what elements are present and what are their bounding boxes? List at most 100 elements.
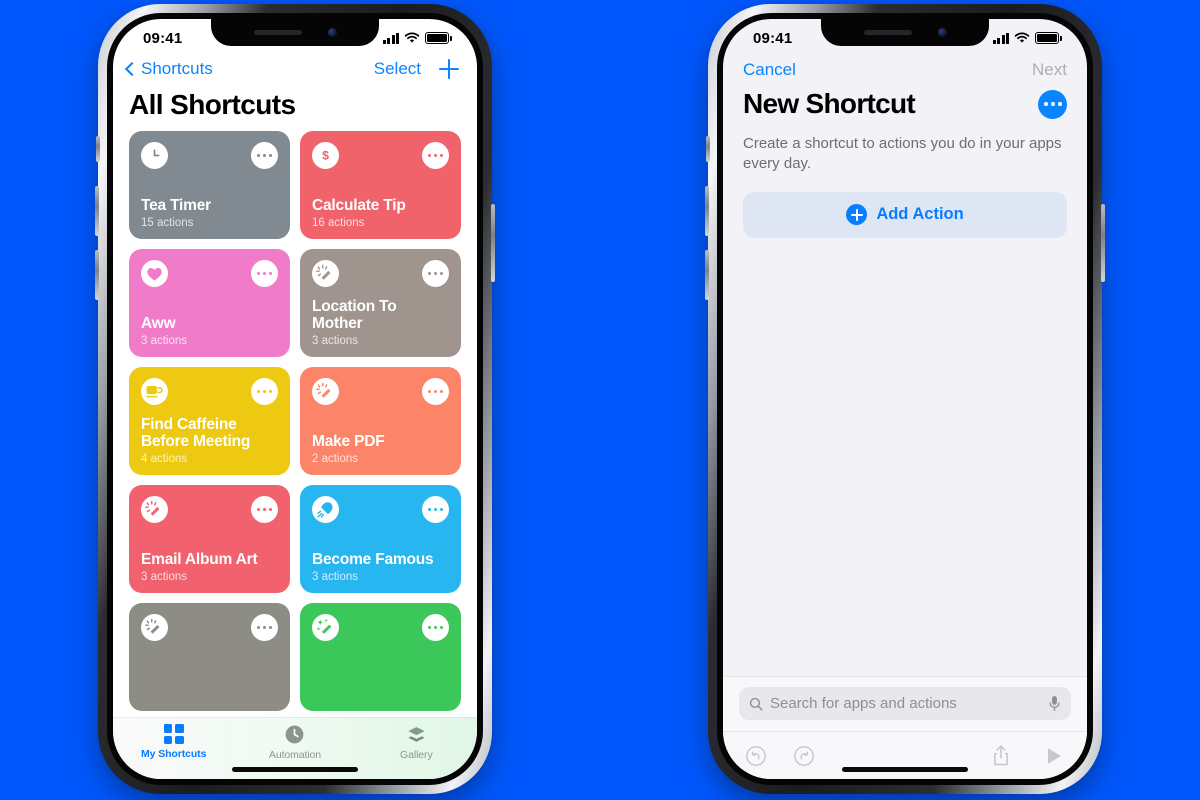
tab-label: Gallery [400, 749, 433, 761]
shortcut-more-button[interactable] [422, 142, 449, 169]
back-button-label: Shortcuts [141, 59, 213, 78]
shortcut-more-button[interactable] [422, 260, 449, 287]
cancel-button[interactable]: Cancel [743, 60, 796, 80]
screen-right: 09:41 Cancel Next New Shortcut Create a … [723, 19, 1087, 779]
silent-switch[interactable] [96, 136, 100, 162]
home-indicator[interactable] [232, 767, 358, 772]
home-indicator[interactable] [842, 767, 968, 772]
shortcut-tile[interactable]: Find Caffeine Before Meeting 4 actions [129, 367, 290, 475]
shortcut-more-button[interactable] [251, 142, 278, 169]
shortcut-name: Tea Timer [141, 197, 211, 215]
plus-icon[interactable] [439, 59, 459, 79]
shortcut-tile[interactable]: Make PDF 2 actions [300, 367, 461, 475]
shortcut-more-button[interactable] [422, 496, 449, 523]
shortcut-more-button[interactable] [251, 260, 278, 287]
shortcut-tile[interactable]: Email Album Art 3 actions [129, 485, 290, 593]
notch [211, 19, 379, 46]
magic-wand-icon [141, 496, 168, 523]
shortcut-tile[interactable]: Aww 3 actions [129, 249, 290, 357]
shortcut-more-button[interactable] [251, 378, 278, 405]
earpiece-speaker [863, 30, 912, 35]
shortcut-action-count: 4 actions [141, 453, 188, 465]
magic-wand-icon [312, 260, 339, 287]
search-area: Search for apps and actions [723, 676, 1087, 731]
sparkle-wand-icon [312, 614, 339, 641]
svg-text:$: $ [322, 149, 329, 163]
next-button[interactable]: Next [1032, 60, 1067, 80]
shortcut-action-count: 3 actions [312, 335, 359, 347]
tab-automation[interactable]: Automation [234, 724, 355, 761]
power-button[interactable] [491, 204, 495, 282]
search-icon [749, 697, 763, 711]
title-row: New Shortcut [723, 82, 1087, 124]
shortcut-more-button[interactable] [251, 614, 278, 641]
shortcut-name: Email Album Art [141, 551, 258, 569]
shortcut-action-count: 16 actions [312, 217, 365, 229]
magic-wand-icon [141, 614, 168, 641]
shortcut-name: Calculate Tip [312, 197, 406, 215]
shortcut-action-count: 3 actions [312, 571, 359, 583]
shortcut-tile[interactable] [300, 603, 461, 711]
search-placeholder: Search for apps and actions [770, 695, 957, 712]
shortcut-tile[interactable] [129, 603, 290, 711]
shortcut-more-button[interactable] [422, 378, 449, 405]
status-time: 09:41 [143, 29, 183, 47]
volume-down-button[interactable] [705, 250, 709, 300]
back-button-shortcuts[interactable]: Shortcuts [124, 59, 213, 79]
toolbar-right-group [991, 744, 1087, 767]
tab-my-shortcuts[interactable]: My Shortcuts [113, 724, 234, 760]
volume-down-button[interactable] [95, 250, 99, 300]
shortcut-action-count: 15 actions [141, 217, 194, 229]
shortcut-tile[interactable]: Become Famous 3 actions [300, 485, 461, 593]
iphone-device-left: 09:41 Shortcuts Select All Shortcuts Tea… [95, 4, 495, 794]
navigation-bar-left: Shortcuts Select [113, 53, 477, 81]
volume-up-button[interactable] [705, 186, 709, 236]
play-icon[interactable] [1045, 744, 1063, 767]
tab-label: Automation [268, 749, 322, 761]
device-bezel-left: 09:41 Shortcuts Select All Shortcuts Tea… [107, 13, 483, 785]
shortcut-more-button[interactable] [422, 614, 449, 641]
microphone-icon[interactable] [1048, 695, 1061, 712]
clock-arrow-icon [286, 725, 304, 744]
shortcuts-grid: Tea Timer 15 actions $ Calculate Tip 16 … [113, 131, 477, 711]
redo-circle-icon[interactable] [793, 745, 815, 767]
shortcut-name: Find Caffeine Before Meeting [141, 415, 251, 451]
volume-up-button[interactable] [95, 186, 99, 236]
cellular-bars-icon [992, 32, 1009, 44]
search-input[interactable]: Search for apps and actions [739, 687, 1071, 720]
tab-label: My Shortcuts [141, 748, 207, 760]
undo-circle-icon[interactable] [745, 745, 767, 767]
iphone-device-right: 09:41 Cancel Next New Shortcut Create a … [705, 4, 1105, 794]
select-button[interactable]: Select [374, 59, 421, 79]
shortcut-action-count: 3 actions [141, 571, 188, 583]
magic-wand-icon [312, 378, 339, 405]
earpiece-speaker [253, 30, 302, 35]
plus-circle-icon [846, 204, 868, 226]
status-indicators [382, 32, 452, 44]
share-icon[interactable] [991, 744, 1011, 767]
silent-switch[interactable] [706, 136, 710, 162]
grid-squares-icon [163, 724, 184, 744]
dollar-icon: $ [312, 142, 339, 169]
shortcut-tile[interactable]: Location To Mother 3 actions [300, 249, 461, 357]
add-action-button[interactable]: Add Action [743, 191, 1067, 238]
clock-icon [141, 142, 168, 169]
page-title: New Shortcut [743, 88, 916, 119]
wifi-icon [404, 32, 420, 43]
shortcut-tile[interactable]: Tea Timer 15 actions [129, 131, 290, 239]
add-action-label: Add Action [876, 205, 964, 224]
heart-icon [141, 260, 168, 287]
front-camera-icon [937, 28, 947, 37]
front-camera-icon [327, 28, 337, 37]
tab-gallery[interactable]: Gallery [356, 724, 477, 761]
ellipsis-circle-icon[interactable] [1038, 89, 1067, 119]
rocket-icon [312, 496, 339, 523]
shortcut-more-button[interactable] [251, 496, 278, 523]
shortcut-name: Location To Mother [312, 297, 397, 333]
page-title: All Shortcuts [129, 89, 296, 120]
shortcut-tile[interactable]: $ Calculate Tip 16 actions [300, 131, 461, 239]
shortcut-name: Aww [141, 315, 176, 333]
battery-full-icon [1035, 32, 1062, 44]
wifi-icon [1014, 32, 1030, 43]
power-button[interactable] [1101, 204, 1105, 282]
